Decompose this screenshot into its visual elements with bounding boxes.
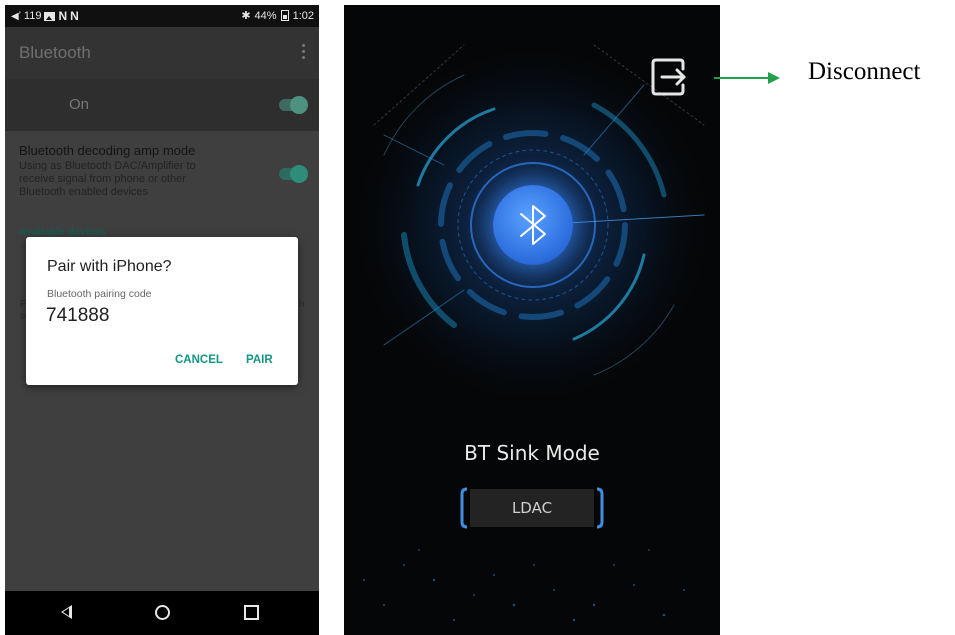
amp-mode-title: Bluetooth decoding amp mode [19,143,196,158]
mode-title: BT Sink Mode [464,441,600,465]
clock: 1:02 [292,9,314,22]
codec-badge[interactable]: LDAC [460,485,604,531]
phone-screen-right: BT Sink Mode LDAC [344,5,720,635]
codec-label: LDAC [511,499,553,517]
more-vert-icon[interactable] [302,44,305,62]
bluetooth-icon [493,185,573,265]
tech-background [344,35,720,622]
pairing-code: 741888 [46,305,110,326]
gallery-icon [44,11,56,21]
bluetooth-switch[interactable] [279,96,308,114]
cancel-button[interactable]: CANCEL [175,354,223,366]
bluetooth-toggle-row[interactable]: On [5,79,319,131]
obscured-text: h [299,299,305,310]
amp-mode-setting: Bluetooth decoding amp mode Using as Blu… [19,143,229,199]
callout-label: Disconnect [808,58,921,85]
amp-mode-switch[interactable] [279,165,308,183]
n-notification-icon: N [58,9,68,23]
battery-percent: 44% [254,9,277,22]
back-icon[interactable] [61,605,72,619]
dialog-title: Pair with iPhone? [47,258,172,275]
phone-screen-left: ◀ʼ 119 N N ✱ 44% 1:02 Bluetooth On Bluet… [5,5,319,635]
bluetooth-toggle-label: On [69,96,90,113]
pairing-dialog: Pair with iPhone? Bluetooth pairing code… [26,237,298,385]
disconnect-icon[interactable] [650,56,688,98]
nav-bar [5,591,319,635]
bluetooth-status-icon: ✱ [241,10,251,22]
n-notification-icon: N [70,9,79,23]
dialog-subtitle: Bluetooth pairing code [47,288,152,300]
callout-arrow [714,72,780,84]
page-title: Bluetooth [19,43,91,62]
app-bar: Bluetooth [5,27,319,79]
status-bar: ◀ʼ 119 N N ✱ 44% 1:02 [5,5,319,27]
home-icon[interactable] [155,605,170,620]
volume-icon: ◀ʼ [11,10,21,22]
amp-mode-description-line: Bluetooth enabled devices [19,186,149,198]
amp-mode-description: Using as Bluetooth DAC/Amplifier to rece… [19,160,229,199]
battery-icon [280,10,289,21]
volume-level: 119 [23,10,42,22]
pair-button[interactable]: PAIR [246,354,273,366]
recents-icon[interactable] [244,605,259,620]
amp-mode-description-line: Using as Bluetooth DAC/Amplifier to [19,160,196,172]
amp-mode-description-line: receive signal from phone or other [19,173,186,185]
